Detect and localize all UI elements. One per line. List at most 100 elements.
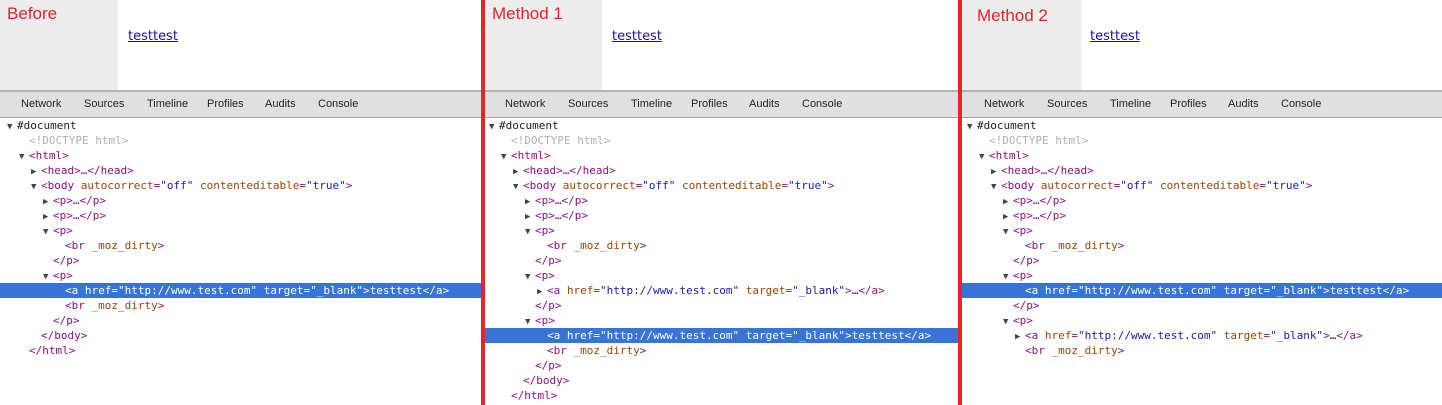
tab-audits[interactable]: Audits <box>749 98 780 110</box>
tab-profiles[interactable]: Profiles <box>1170 98 1207 110</box>
dom-node[interactable]: ▼ <body autocorrect="off" contenteditable… <box>0 178 481 193</box>
dom-node[interactable]: <br _moz_dirty> <box>962 238 1442 253</box>
dom-node[interactable]: ▶ <a href="http://www.test.com" target="_… <box>962 328 1442 343</box>
dom-node[interactable]: <br _moz_dirty> <box>485 238 958 253</box>
tab-sources[interactable]: Sources <box>568 98 608 110</box>
dom-node[interactable]: ▼ <html> <box>485 148 958 163</box>
dom-node[interactable]: </p> <box>485 358 958 373</box>
br-tag: <br <box>547 239 567 252</box>
tab-network[interactable]: Network <box>505 98 545 110</box>
attr-name: _moz_dirty <box>1051 239 1118 252</box>
tab-sources[interactable]: Sources <box>1047 98 1087 110</box>
dom-node[interactable]: ▼ <p> <box>0 223 481 238</box>
dom-node[interactable]: </html> <box>485 388 958 403</box>
devtools-toolbar: Network Sources Timeline Profiles Audits… <box>0 90 481 118</box>
dom-node[interactable]: </p> <box>0 313 481 328</box>
panel-method-2: Method 2 testtest Network Sources Timeli… <box>962 0 1442 405</box>
attr-value: "_blank" <box>310 284 364 297</box>
dom-node[interactable]: ▶ <p>…</p> <box>485 208 958 223</box>
tab-network[interactable]: Network <box>21 98 61 110</box>
dom-node[interactable]: <!DOCTYPE html> <box>962 133 1442 148</box>
dom-node-selected[interactable]: <a href="http://www.test.com" target="_b… <box>485 328 958 343</box>
dom-node[interactable]: ▼ <html> <box>962 148 1442 163</box>
testtest-link[interactable]: testtest <box>1090 29 1140 44</box>
testtest-link[interactable]: testtest <box>128 29 178 44</box>
dom-node[interactable]: ▼ <body autocorrect="off" contenteditable… <box>485 178 958 193</box>
dom-node[interactable]: ▼ <html> <box>0 148 481 163</box>
attr-value: "off" <box>1120 179 1154 192</box>
dom-node[interactable]: ▶ <head>…</head> <box>962 163 1442 178</box>
dom-node[interactable]: ▼ #document <box>962 118 1442 133</box>
dom-node[interactable]: ▼ <p> <box>485 268 958 283</box>
tab-timeline[interactable]: Timeline <box>631 98 672 110</box>
dom-node[interactable]: <br _moz_dirty> <box>0 298 481 313</box>
tab-console[interactable]: Console <box>1281 98 1321 110</box>
panel-method-1: Method 1 testtest Network Sources Timeli… <box>485 0 958 405</box>
attr-eq: = <box>781 179 788 192</box>
dom-node[interactable]: ▼ <p> <box>962 313 1442 328</box>
a-close-tag: </a> <box>1382 284 1410 297</box>
tag-end: > <box>639 239 647 252</box>
attr-name: _moz_dirty <box>91 299 158 312</box>
attr-name: href <box>566 329 594 342</box>
dom-node[interactable]: ▶ <p>…</p> <box>0 208 481 223</box>
dom-node[interactable]: </p> <box>485 298 958 313</box>
dom-node[interactable]: </body> <box>485 373 958 388</box>
dom-node[interactable]: ▶ <p>…</p> <box>485 193 958 208</box>
attr-name: target <box>1223 329 1264 342</box>
dom-node[interactable]: ▼ <p> <box>962 223 1442 238</box>
dom-node[interactable]: ▶ <p>…</p> <box>0 193 481 208</box>
dom-node[interactable]: <!DOCTYPE html> <box>485 133 958 148</box>
a-tag: <a <box>1025 284 1039 297</box>
tab-timeline[interactable]: Timeline <box>1110 98 1151 110</box>
tab-network[interactable]: Network <box>984 98 1024 110</box>
tag-end: > <box>845 329 852 342</box>
tag-end: > <box>1323 284 1330 297</box>
dom-node[interactable]: ▶ <p>…</p> <box>962 208 1442 223</box>
dom-node[interactable]: </p> <box>962 298 1442 313</box>
attr-name: contenteditable <box>681 179 782 192</box>
attr-name: href <box>566 284 594 297</box>
tab-profiles[interactable]: Profiles <box>691 98 728 110</box>
tab-audits[interactable]: Audits <box>1228 98 1259 110</box>
a-content: testtest <box>1329 284 1383 297</box>
dom-node[interactable]: </html> <box>0 343 481 358</box>
dom-node[interactable]: </body> <box>0 328 481 343</box>
p-close-tag: </p> <box>535 299 562 312</box>
dom-node[interactable]: ▼ <p> <box>0 268 481 283</box>
dom-node[interactable]: ▶ <head>…</head> <box>0 163 481 178</box>
dom-node[interactable]: ▼ <body autocorrect="off" contenteditable… <box>962 178 1442 193</box>
dom-node-selected[interactable]: <a href="http://www.test.com" target="_b… <box>0 283 481 298</box>
p-close-tag: </p> <box>1013 254 1040 267</box>
dom-node[interactable]: ▼ <p> <box>485 223 958 238</box>
tab-console[interactable]: Console <box>318 98 358 110</box>
dom-node[interactable]: ▼ <p> <box>485 313 958 328</box>
dom-node[interactable]: ▼ <p> <box>962 268 1442 283</box>
testtest-link[interactable]: testtest <box>612 29 662 44</box>
doctype-node: <!DOCTYPE html> <box>511 134 611 147</box>
attr-value: "_blank" <box>792 329 846 342</box>
dom-node[interactable]: ▶ <head>…</head> <box>485 163 958 178</box>
tab-console[interactable]: Console <box>802 98 842 110</box>
br-tag: <br <box>1025 239 1045 252</box>
dom-node[interactable]: ▶ <a href="http://www.test.com" target="_… <box>485 283 958 298</box>
p-tag: <p> <box>53 224 73 237</box>
dom-node[interactable]: <br _moz_dirty> <box>0 238 481 253</box>
dom-node[interactable]: </p> <box>485 253 958 268</box>
dom-node[interactable]: ▼ #document <box>0 118 481 133</box>
dom-node-selected[interactable]: <a href="http://www.test.com" target="_b… <box>962 283 1442 298</box>
dom-node[interactable]: <br _moz_dirty> <box>485 343 958 358</box>
tab-sources[interactable]: Sources <box>84 98 124 110</box>
dom-node[interactable]: <!DOCTYPE html> <box>0 133 481 148</box>
tab-timeline[interactable]: Timeline <box>147 98 188 110</box>
dom-node[interactable]: </p> <box>0 253 481 268</box>
dom-node[interactable]: ▼ #document <box>485 118 958 133</box>
p-tag: <p> <box>535 269 555 282</box>
attr-value: "_blank" <box>792 284 846 297</box>
attr-eq: = <box>1071 284 1078 297</box>
dom-node[interactable]: ▶ <p>…</p> <box>962 193 1442 208</box>
tab-audits[interactable]: Audits <box>265 98 296 110</box>
dom-node[interactable]: <br _moz_dirty> <box>962 343 1442 358</box>
tab-profiles[interactable]: Profiles <box>207 98 244 110</box>
dom-node[interactable]: </p> <box>962 253 1442 268</box>
